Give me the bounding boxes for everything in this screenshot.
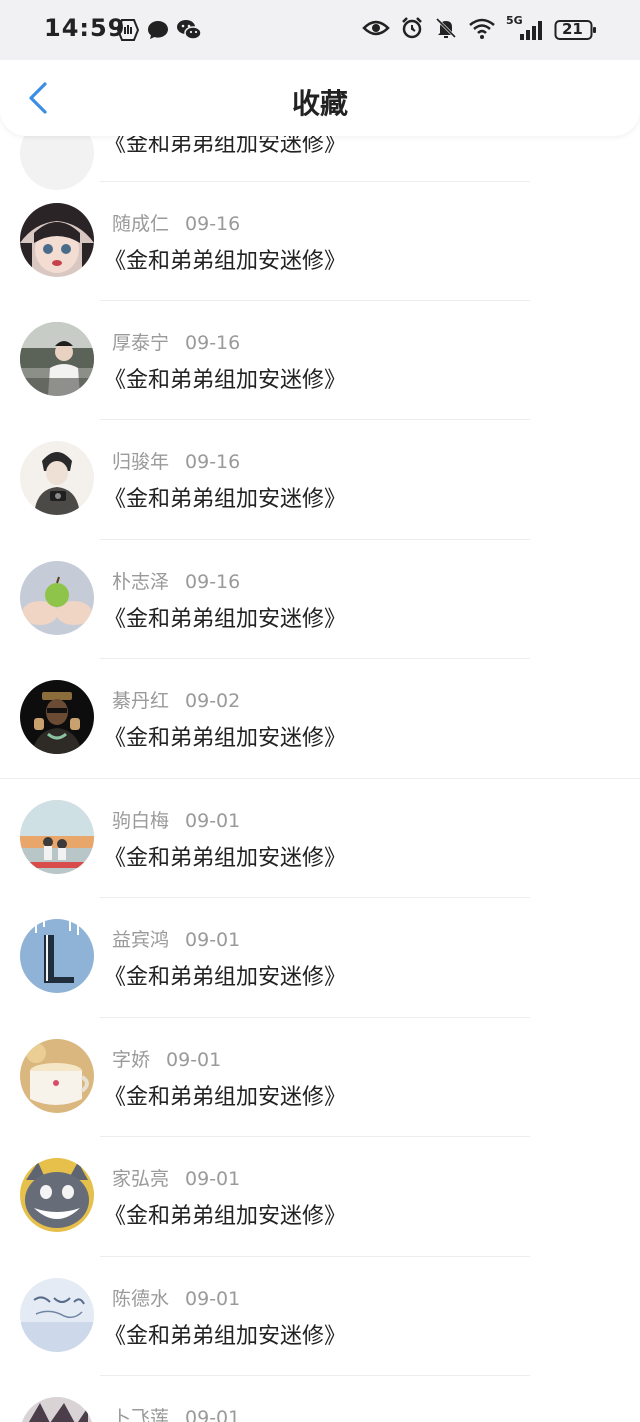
item-title: 《金和弟弟组加安迷修》 — [104, 846, 347, 871]
status-time: 14:59 — [44, 14, 126, 42]
item-title: 《金和弟弟组加安迷修》 — [104, 487, 347, 512]
list-item[interactable]: 家弘亮 09-01 《金和弟弟组加安迷修》 — [0, 1136, 640, 1256]
anime-dark-avatar-icon — [20, 1397, 94, 1422]
cellular-signal-icon: 5G — [506, 14, 544, 42]
avatar — [20, 322, 94, 396]
item-date: 09-01 — [185, 1407, 241, 1422]
anime-girl-avatar-icon — [20, 203, 94, 277]
avatar — [20, 561, 94, 635]
illustration-sunset-avatar-icon — [20, 800, 94, 874]
item-date: 09-01 — [185, 1288, 241, 1310]
item-author: 家弘亮 — [112, 1168, 170, 1190]
hand-shield-icon — [116, 18, 140, 46]
sketch-camera-avatar-icon — [20, 441, 94, 515]
list-item[interactable]: 厚泰宁 09-16 《金和弟弟组加安迷修》 — [0, 300, 640, 420]
favorites-list: 《金和弟弟组加安迷修》 随成仁 09-16 《金和弟弟组加安迷修》 厚泰宁 09… — [0, 0, 640, 1422]
item-title: 《金和弟弟组加安迷修》 — [104, 249, 347, 274]
person-outdoor-avatar-icon — [20, 322, 94, 396]
list-item[interactable]: 卜飞莲 09-01 — [0, 1375, 640, 1422]
message-bubble-icon — [146, 18, 170, 46]
list-item[interactable]: 綦丹红 09-02 《金和弟弟组加安迷修》 — [0, 658, 640, 778]
coffee-cup-avatar-icon — [20, 1039, 94, 1113]
item-title: 《金和弟弟组加安迷修》 — [104, 1324, 347, 1349]
item-author: 綦丹红 — [112, 690, 170, 712]
item-author: 卜飞莲 — [112, 1407, 170, 1422]
dark-portrait-avatar-icon — [20, 680, 94, 754]
wechat-icon — [176, 18, 202, 46]
hands-apple-avatar-icon — [20, 561, 94, 635]
item-author: 归骏年 — [112, 451, 170, 473]
calligraphy-sky-avatar-icon — [20, 1278, 94, 1352]
nav-bar: 收藏 — [0, 60, 640, 136]
list-item[interactable]: 归骏年 09-16 《金和弟弟组加安迷修》 — [0, 419, 640, 539]
list-item[interactable]: 陈德水 09-01 《金和弟弟组加安迷修》 — [0, 1256, 640, 1376]
item-date: 09-01 — [185, 810, 241, 832]
avatar — [20, 800, 94, 874]
item-title: 《金和弟弟组加安迷修》 — [104, 607, 347, 632]
item-title: 《金和弟弟组加安迷修》 — [104, 965, 347, 990]
item-author: 朴志泽 — [112, 571, 170, 593]
bell-muted-icon — [434, 16, 458, 44]
avatar — [20, 1039, 94, 1113]
alarm-clock-icon — [400, 16, 424, 44]
avatar — [20, 441, 94, 515]
item-date: 09-16 — [185, 571, 241, 593]
avatar — [20, 1278, 94, 1352]
item-title: 《金和弟弟组加安迷修》 — [104, 368, 347, 393]
list-item[interactable]: 益宾鸿 09-01 《金和弟弟组加安迷修》 — [0, 897, 640, 1017]
cartoon-cat-avatar-icon — [20, 1158, 94, 1232]
list-item[interactable]: 字娇 09-01 《金和弟弟组加安迷修》 — [0, 1017, 640, 1137]
item-author: 陈德水 — [112, 1288, 170, 1310]
item-date: 09-01 — [185, 1168, 241, 1190]
item-author: 随成仁 — [112, 213, 170, 235]
status-bar: 14:59 5G 21 — [0, 0, 640, 60]
item-title: 《金和弟弟组加安迷修》 — [104, 1085, 347, 1110]
item-author: 驹白梅 — [112, 810, 170, 832]
item-date: 09-02 — [185, 690, 241, 712]
list-item[interactable]: 随成仁 09-16 《金和弟弟组加安迷修》 — [0, 181, 640, 301]
list-item[interactable]: 朴志泽 09-16 《金和弟弟组加安迷修》 — [0, 539, 640, 659]
eye-icon — [362, 16, 390, 44]
page-title: 收藏 — [291, 87, 348, 120]
item-date: 09-16 — [185, 332, 241, 354]
avatar — [20, 919, 94, 993]
item-title: 《金和弟弟组加安迷修》 — [104, 1204, 347, 1229]
item-date: 09-16 — [185, 451, 241, 473]
item-date: 09-01 — [185, 929, 241, 951]
item-author: 字娇 — [112, 1049, 151, 1071]
item-date: 09-01 — [166, 1049, 222, 1071]
avatar — [20, 1158, 94, 1232]
letter-l-avatar-icon — [20, 919, 94, 993]
item-date: 09-16 — [185, 213, 241, 235]
avatar — [20, 1397, 94, 1422]
wifi-icon — [468, 16, 496, 44]
item-author: 厚泰宁 — [112, 332, 170, 354]
avatar — [20, 680, 94, 754]
battery-level: 21 — [562, 20, 583, 38]
item-author: 益宾鸿 — [112, 929, 170, 951]
avatar — [20, 203, 94, 277]
battery-icon: 21 — [554, 18, 598, 42]
list-item[interactable]: 驹白梅 09-01 《金和弟弟组加安迷修》 — [0, 778, 640, 898]
item-title: 《金和弟弟组加安迷修》 — [104, 726, 347, 751]
